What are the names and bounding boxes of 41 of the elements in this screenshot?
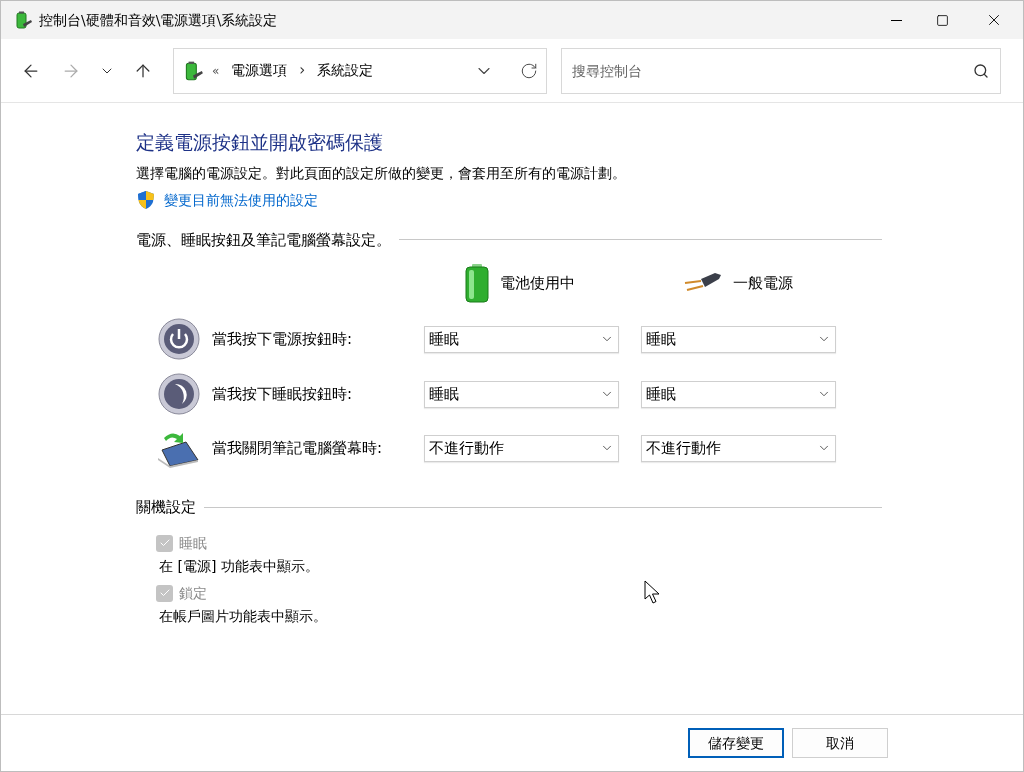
- power-icon: [158, 318, 200, 360]
- checkbox-label: 睡眠: [179, 533, 207, 553]
- dropdown[interactable]: 睡眠: [641, 380, 836, 408]
- breadcrumb[interactable]: 電源選項: [231, 60, 288, 81]
- dropdown[interactable]: 睡眠: [424, 380, 619, 408]
- page-heading: 定義電源按鈕並開啟密碼保護: [136, 130, 384, 155]
- checkbox-label: 鎖定: [179, 583, 207, 603]
- search-field[interactable]: 搜尋控制台: [561, 47, 1001, 94]
- column-heading: 電池使用中: [500, 272, 575, 294]
- check-icon: [158, 537, 171, 549]
- setting-label: 當我按下電源按鈕時:: [212, 328, 353, 350]
- dropdown[interactable]: 睡眠: [424, 325, 619, 353]
- window-title: 控制台\硬體和音效\電源選項\系統設定: [39, 10, 278, 30]
- column-heading: 一般電源: [733, 272, 793, 294]
- setting-label: 當我關閉筆記電腦螢幕時:: [212, 437, 383, 459]
- option-description: 在 [電源] 功能表中顯示。: [158, 556, 320, 576]
- maximize-icon: [935, 13, 949, 27]
- shield-icon: [136, 190, 156, 210]
- mouse-pointer-icon: [644, 580, 661, 604]
- dropdown[interactable]: 不進行動作: [641, 434, 836, 462]
- setting-label: 當我按下睡眠按鈕時:: [212, 383, 353, 405]
- breadcrumb[interactable]: 系統設定: [317, 60, 374, 81]
- address-bar[interactable]: « 電源選項 › 系統設定: [173, 47, 547, 94]
- dropdown[interactable]: 睡眠: [641, 325, 836, 353]
- section-title: 電源、睡眠按鈕及筆記電腦螢幕設定。: [136, 229, 391, 251]
- moon-icon: [158, 373, 200, 415]
- battery-icon: [464, 263, 490, 303]
- dropdown[interactable]: 不進行動作: [424, 434, 619, 462]
- refresh-icon[interactable]: [520, 61, 538, 80]
- breadcrumb-separator[interactable]: ›: [299, 59, 306, 82]
- save-button[interactable]: 儲存變更: [688, 728, 784, 758]
- check-icon: [158, 587, 171, 599]
- cancel-button[interactable]: 取消: [792, 728, 888, 758]
- section-title: 關機設定: [136, 497, 196, 518]
- change-settings-link[interactable]: 變更目前無法使用的設定: [164, 189, 318, 211]
- breadcrumb-overflow[interactable]: «: [212, 61, 220, 80]
- minimize-icon: [890, 19, 902, 21]
- option-description: 在帳戶圖片功能表中顯示。: [158, 606, 328, 626]
- search-icon[interactable]: [973, 62, 989, 79]
- power-options-icon: [13, 10, 33, 30]
- description: 選擇電腦的電源設定。對此頁面的設定所做的變更，會套用至所有的電源計劃。: [136, 163, 627, 183]
